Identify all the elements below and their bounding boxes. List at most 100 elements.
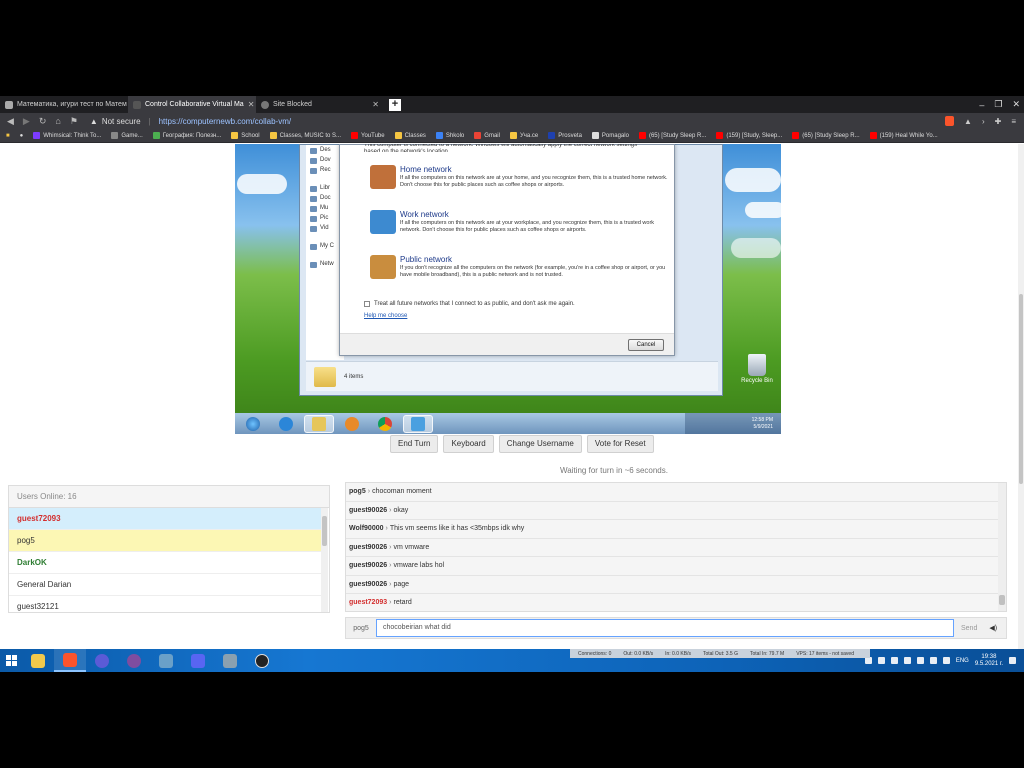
vm-explorer-icon[interactable] bbox=[304, 414, 334, 433]
extensions-icon[interactable]: ✚ bbox=[995, 117, 1002, 126]
obs-icon[interactable] bbox=[246, 649, 278, 672]
tray-icon[interactable] bbox=[903, 657, 911, 664]
page-scrollbar[interactable] bbox=[1018, 144, 1024, 649]
file-explorer-icon[interactable] bbox=[22, 649, 54, 672]
menu-icon[interactable]: ≡ bbox=[1011, 117, 1016, 126]
bookmark-item[interactable]: School bbox=[231, 132, 260, 139]
bookmark-icon[interactable]: ⚑ bbox=[70, 116, 78, 127]
bookmark-item[interactable]: Shkolo bbox=[435, 132, 464, 139]
user-list-item[interactable]: guest32121 bbox=[9, 596, 321, 612]
bookmark-star-icon[interactable]: ■ bbox=[6, 133, 10, 139]
public-network-option[interactable]: Public network If you don't recognize al… bbox=[370, 255, 670, 279]
new-tab-button[interactable]: + bbox=[389, 98, 401, 111]
chat-separator-icon: › bbox=[389, 599, 392, 606]
bookmark-item[interactable]: (159) Heal While Yo... bbox=[869, 132, 938, 139]
work-network-option[interactable]: Work network If all the computers on thi… bbox=[370, 210, 670, 234]
users-scrollbar[interactable] bbox=[321, 508, 328, 612]
settings-app-icon[interactable] bbox=[214, 649, 246, 672]
user-list-item[interactable]: guest72093 bbox=[9, 508, 321, 530]
chat-message-user[interactable]: guest90026 bbox=[349, 507, 387, 514]
vm-screen[interactable]: Des Dov Rec Libr Doc Mu Pic Vid My C Netw 4 items… bbox=[235, 144, 781, 434]
vm-chrome-icon[interactable] bbox=[370, 415, 400, 433]
tray-icon[interactable] bbox=[890, 657, 898, 664]
minimize-icon[interactable]: – bbox=[979, 100, 984, 110]
url-field[interactable]: ▲ Not secure | https://computernewb.com/… bbox=[90, 117, 291, 126]
brave-shield-icon[interactable] bbox=[945, 116, 955, 126]
end-turn-button[interactable]: End Turn bbox=[390, 435, 439, 453]
bookmark-item[interactable]: Classes bbox=[394, 132, 426, 139]
close-tab-icon[interactable]: ✕ bbox=[372, 100, 379, 109]
tray-icon[interactable] bbox=[864, 657, 872, 664]
change-username-button[interactable]: Change Username bbox=[498, 435, 582, 453]
bookmark-item[interactable]: Pomagalo bbox=[591, 132, 629, 139]
help-me-choose-link[interactable]: Help me choose bbox=[364, 313, 407, 319]
chat-message: guest90026 › vm vmware bbox=[346, 539, 998, 557]
vm-start-orb[interactable] bbox=[238, 415, 268, 433]
reload-icon[interactable]: ↻ bbox=[39, 116, 47, 127]
discord-icon[interactable] bbox=[182, 649, 214, 672]
maximize-icon[interactable]: ❐ bbox=[994, 99, 1002, 110]
checkbox-box[interactable] bbox=[364, 301, 370, 307]
forward-icon[interactable]: ▶ bbox=[23, 116, 30, 127]
tab-collabvm[interactable]: Control Collaborative Virtual Ma ✕ bbox=[128, 96, 256, 113]
bookmark-item[interactable]: YouTube bbox=[351, 132, 385, 139]
windows-start-button[interactable] bbox=[0, 649, 22, 672]
bookmark-item[interactable]: География: Полезн... bbox=[152, 132, 221, 139]
tab-site-blocked[interactable]: Site Blocked ✕ bbox=[256, 96, 384, 113]
user-list-item[interactable]: DarkOK bbox=[9, 552, 321, 574]
chat-message-user[interactable]: guest90026 bbox=[349, 562, 387, 569]
bookmark-item[interactable]: Game... bbox=[111, 132, 143, 139]
chat-message-text: vmware labs hol bbox=[393, 562, 445, 569]
chat-message-user[interactable]: guest72093 bbox=[349, 599, 387, 606]
keyboard-button[interactable]: Keyboard bbox=[443, 435, 494, 453]
vm-network-icon[interactable] bbox=[403, 414, 433, 433]
notifications-icon[interactable] bbox=[1009, 657, 1016, 664]
user-list-item[interactable]: General Darian bbox=[9, 574, 321, 596]
bookmark-item[interactable]: Уча.се bbox=[509, 132, 538, 139]
chat-message-user[interactable]: pog5 bbox=[349, 488, 366, 495]
vm-media-player-icon[interactable] bbox=[337, 415, 367, 433]
back-icon[interactable]: ◀ bbox=[7, 116, 14, 127]
rewards-icon[interactable]: ▲ bbox=[964, 117, 972, 126]
bookmark-item[interactable]: Whimsical: Think To... bbox=[33, 132, 101, 139]
home-network-option[interactable]: Home network If all the computers on thi… bbox=[370, 165, 670, 189]
speaker-icon[interactable]: ◀) bbox=[989, 624, 997, 632]
chat-message-user[interactable]: guest90026 bbox=[349, 581, 387, 588]
close-window-icon[interactable]: ✕ bbox=[1012, 99, 1020, 110]
volume-icon[interactable] bbox=[942, 657, 950, 664]
close-tab-icon[interactable]: ✕ bbox=[248, 100, 255, 109]
forward-chevron-icon[interactable]: › bbox=[982, 117, 985, 126]
recycle-bin-desktop-item[interactable]: Recycle Bin bbox=[737, 354, 777, 384]
tray-icon[interactable] bbox=[916, 657, 924, 664]
wifi-icon[interactable] bbox=[929, 657, 937, 664]
chat-message-user[interactable]: guest90026 bbox=[349, 544, 387, 551]
brave-browser-icon[interactable] bbox=[54, 649, 86, 672]
bookmark-item[interactable]: (159) [Study, Sleep... bbox=[716, 132, 782, 139]
bookmark-item[interactable]: Classes, MUSIC to S... bbox=[269, 132, 341, 139]
network-tool-icon[interactable] bbox=[150, 649, 182, 672]
bookmark-item[interactable]: (65) [Study Sleep R... bbox=[638, 132, 706, 139]
language-indicator[interactable]: ENG bbox=[956, 658, 969, 664]
treat-public-checkbox[interactable]: Treat all future networks that I connect… bbox=[364, 301, 575, 307]
send-button[interactable]: Send bbox=[961, 625, 977, 632]
address-bar: ◀ ▶ ↻ ⌂ ⚑ ▲ Not secure | https://compute… bbox=[0, 113, 1024, 129]
bookmark-item[interactable]: Prosveta bbox=[548, 132, 582, 139]
chat-scrollbar[interactable] bbox=[998, 483, 1006, 611]
chat-message-user[interactable]: Wolf90000 bbox=[349, 525, 384, 532]
home-icon[interactable]: ⌂ bbox=[55, 116, 60, 127]
brave-icon[interactable]: ● bbox=[20, 133, 24, 139]
tab-math[interactable]: Математика, игури тест по Матем ✕ bbox=[0, 96, 128, 113]
tray-icon[interactable] bbox=[877, 657, 885, 664]
cancel-button[interactable]: Cancel bbox=[628, 339, 664, 351]
firefox-icon[interactable] bbox=[86, 649, 118, 672]
bookmark-favicon-icon bbox=[869, 132, 877, 139]
user-list-item[interactable]: pog5 bbox=[9, 530, 321, 552]
vm-ie-icon[interactable] bbox=[271, 415, 301, 433]
bookmark-item[interactable]: (65) [Study Sleep R... bbox=[792, 132, 860, 139]
bookmark-item[interactable]: Gmail bbox=[474, 132, 500, 139]
viber-icon[interactable] bbox=[118, 649, 150, 672]
chat-message: pog5 › chocoman moment bbox=[346, 483, 998, 502]
vote-for-reset-button[interactable]: Vote for Reset bbox=[586, 435, 654, 453]
chat-input[interactable]: chocobeirian what did bbox=[376, 619, 954, 637]
taskbar-clock[interactable]: 19:38 9.5.2021 г. bbox=[975, 654, 1003, 668]
